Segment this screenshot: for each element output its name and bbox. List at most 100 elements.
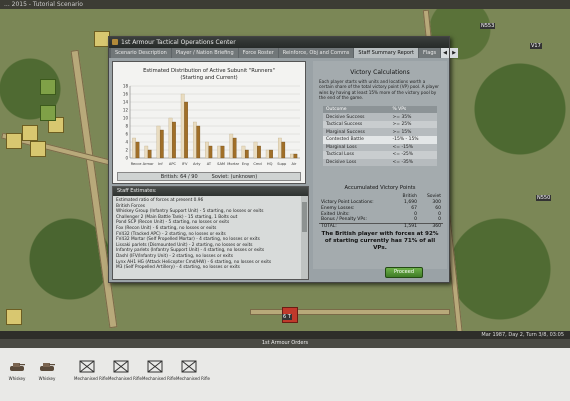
y-tick-label: 2 <box>125 148 128 153</box>
threshold-cell: -15% - 15% <box>389 136 437 144</box>
x-tick-label: Armor <box>143 162 155 166</box>
staff-estimates-text: Estimated ratio of forces at present 0.9… <box>113 196 301 279</box>
current-bar <box>232 137 237 159</box>
operations-center-dialog: 1st Armour Tactical Operations Center Sc… <box>108 36 459 283</box>
outcome-cell: Contested Battle <box>323 136 390 144</box>
starting-bar <box>290 153 294 159</box>
y-tick-label: 8 <box>125 124 128 129</box>
current-bar <box>257 145 261 159</box>
points-british-cell: 1,591 <box>394 222 419 229</box>
unit-counter[interactable] <box>40 105 56 121</box>
tray-unit-label: Mechanised Rifle <box>176 376 210 381</box>
staff-estimates-panel: Staff Estimates: Estimated ratio of forc… <box>112 186 309 280</box>
tray-unit-label: Mechanised Rifle <box>142 376 176 381</box>
starting-bar <box>144 145 149 159</box>
y-tick-label: 12 <box>123 108 129 113</box>
starting-bar <box>277 137 282 159</box>
unit-tray: Whiskey Whiskey Mechanised Rifle Mechanised… <box>0 348 570 401</box>
starting-bar <box>168 117 173 159</box>
x-tick-label: Air <box>291 162 296 166</box>
force-status-bar: British: 64 / 90 Soviet: (unknown) <box>117 172 301 181</box>
tray-unit[interactable]: Mechanised Rifle <box>142 360 176 381</box>
current-bar <box>147 149 152 159</box>
infantry-icon <box>147 360 163 373</box>
tray-unit-label: Whiskey <box>38 376 56 381</box>
tank-icon <box>40 363 55 371</box>
runners-chart-panel: Estimated Distribution of Active Subunit… <box>112 61 306 184</box>
victory-threshold-row: Decisive Loss <= -35% <box>323 158 437 167</box>
outcome-cell: Tactical Loss <box>323 151 390 159</box>
tab-next-arrow-icon[interactable]: ▶ <box>450 48 459 58</box>
chart-title: Estimated Distribution of Active Subunit… <box>143 68 275 81</box>
tray-unit[interactable]: Mechanised Rifle <box>108 360 142 381</box>
unit-counter[interactable] <box>6 133 22 149</box>
runners-bar-chart: 0 2 4 6 8 10 12 14 16 18 Recce Armor Inf APC IFV Arty AT… <box>123 84 300 166</box>
x-tick-label: SAM <box>217 162 225 166</box>
accumulated-points-panel: Accumulated Victory Points British Sovie… <box>313 183 447 269</box>
unit-counter[interactable] <box>22 125 38 141</box>
tab-flags[interactable]: Flags <box>418 48 441 58</box>
outcome-cell: Tactical Success <box>323 120 390 129</box>
x-tick-label: Arty <box>193 162 201 166</box>
points-soviet-cell: 360 <box>418 222 443 229</box>
tray-unit[interactable]: Mechanised Rifle <box>176 360 210 381</box>
current-bar <box>184 101 188 159</box>
tab-reinforce-obj-comms[interactable]: Reinforce, Obj and Comms <box>278 48 354 58</box>
starting-bar <box>156 125 161 159</box>
map-label: V17 <box>530 43 542 49</box>
starting-bar <box>229 133 234 159</box>
current-bar <box>159 129 164 159</box>
starting-bar <box>253 141 258 159</box>
unit-counter[interactable] <box>6 309 22 325</box>
map-label: N553 <box>480 23 496 29</box>
proceed-button[interactable]: Proceed <box>385 267 423 278</box>
status-bar: Mar 1987, Day 2, Turn 3/8, 03:05 <box>0 331 570 339</box>
tray-unit[interactable]: Whiskey <box>34 360 60 381</box>
threshold-cell: <= -25% <box>389 151 437 159</box>
tray-unit-label: Mechanised Rifle <box>108 376 142 381</box>
victory-threshold-row: Tactical Loss <= -25% <box>323 151 437 159</box>
tray-unit[interactable]: Whiskey <box>4 360 30 381</box>
scroll-thumb[interactable] <box>302 202 307 232</box>
window-title-bar: ... 2015 - Tutorial Scenario <box>0 0 570 9</box>
victory-calculations-title: Victory Calculations <box>350 69 410 76</box>
victory-threshold-row: Marginal Loss <= -15% <box>323 143 437 152</box>
tray-unit[interactable]: Mechanised Rifle <box>74 360 108 381</box>
threshold-cell: <= -35% <box>389 158 437 167</box>
threshold-cell: >= 15% <box>389 128 437 136</box>
window-title: ... 2015 - Tutorial Scenario <box>4 1 83 8</box>
tab-prev-arrow-icon[interactable]: ◀ <box>441 48 450 58</box>
threshold-cell: <= -15% <box>389 143 437 152</box>
table-header-row: Outcome % VPs <box>323 105 437 114</box>
x-tick-label: Mortar <box>227 162 239 166</box>
tab-force-roster[interactable]: Force Roster <box>238 48 278 58</box>
unit-counter[interactable] <box>30 141 46 157</box>
victory-calculations-description: Each player starts with units and locati… <box>319 79 440 101</box>
turn-info: Mar 1987, Day 2, Turn 3/8, 03:05 <box>481 332 564 338</box>
victory-threshold-row: Contested Battle -15% - 15% <box>323 136 437 144</box>
starting-bar <box>241 145 246 159</box>
victory-status-message: The British player with forces at 92% of… <box>321 231 439 251</box>
british-force-count: British: 64 / 90 <box>160 174 198 180</box>
starting-bar <box>265 149 270 159</box>
y-tick-label: 18 <box>123 84 129 89</box>
staff-scrollbar[interactable] <box>301 196 308 279</box>
victory-points-row: TOTAL: 1,591 360 <box>319 222 443 229</box>
y-tick-label: 14 <box>123 100 129 105</box>
outcome-cell: Marginal Success <box>323 128 390 136</box>
current-bar <box>220 145 225 159</box>
y-tick-label: 16 <box>123 92 129 97</box>
unit-counter[interactable] <box>40 79 56 95</box>
x-tick-label: Cmd <box>253 162 261 166</box>
y-tick-label: 10 <box>123 116 129 121</box>
dialog-title-bar: 1st Armour Tactical Operations Center <box>109 37 449 48</box>
starting-bar <box>180 93 185 159</box>
tab-player-briefing[interactable]: Player / Nation Briefing <box>171 48 238 58</box>
x-tick-label: Recce <box>131 162 142 166</box>
tank-icon <box>10 363 25 371</box>
tab-scenario-description[interactable]: Scenario Description <box>111 48 171 58</box>
threshold-cell: >= 35% <box>389 113 437 121</box>
tab-staff-summary-report[interactable]: Staff Summary Report <box>354 48 418 58</box>
outcome-header: Outcome <box>323 105 390 114</box>
tab-scroll-arrows: ◀ ▶ <box>441 48 459 58</box>
